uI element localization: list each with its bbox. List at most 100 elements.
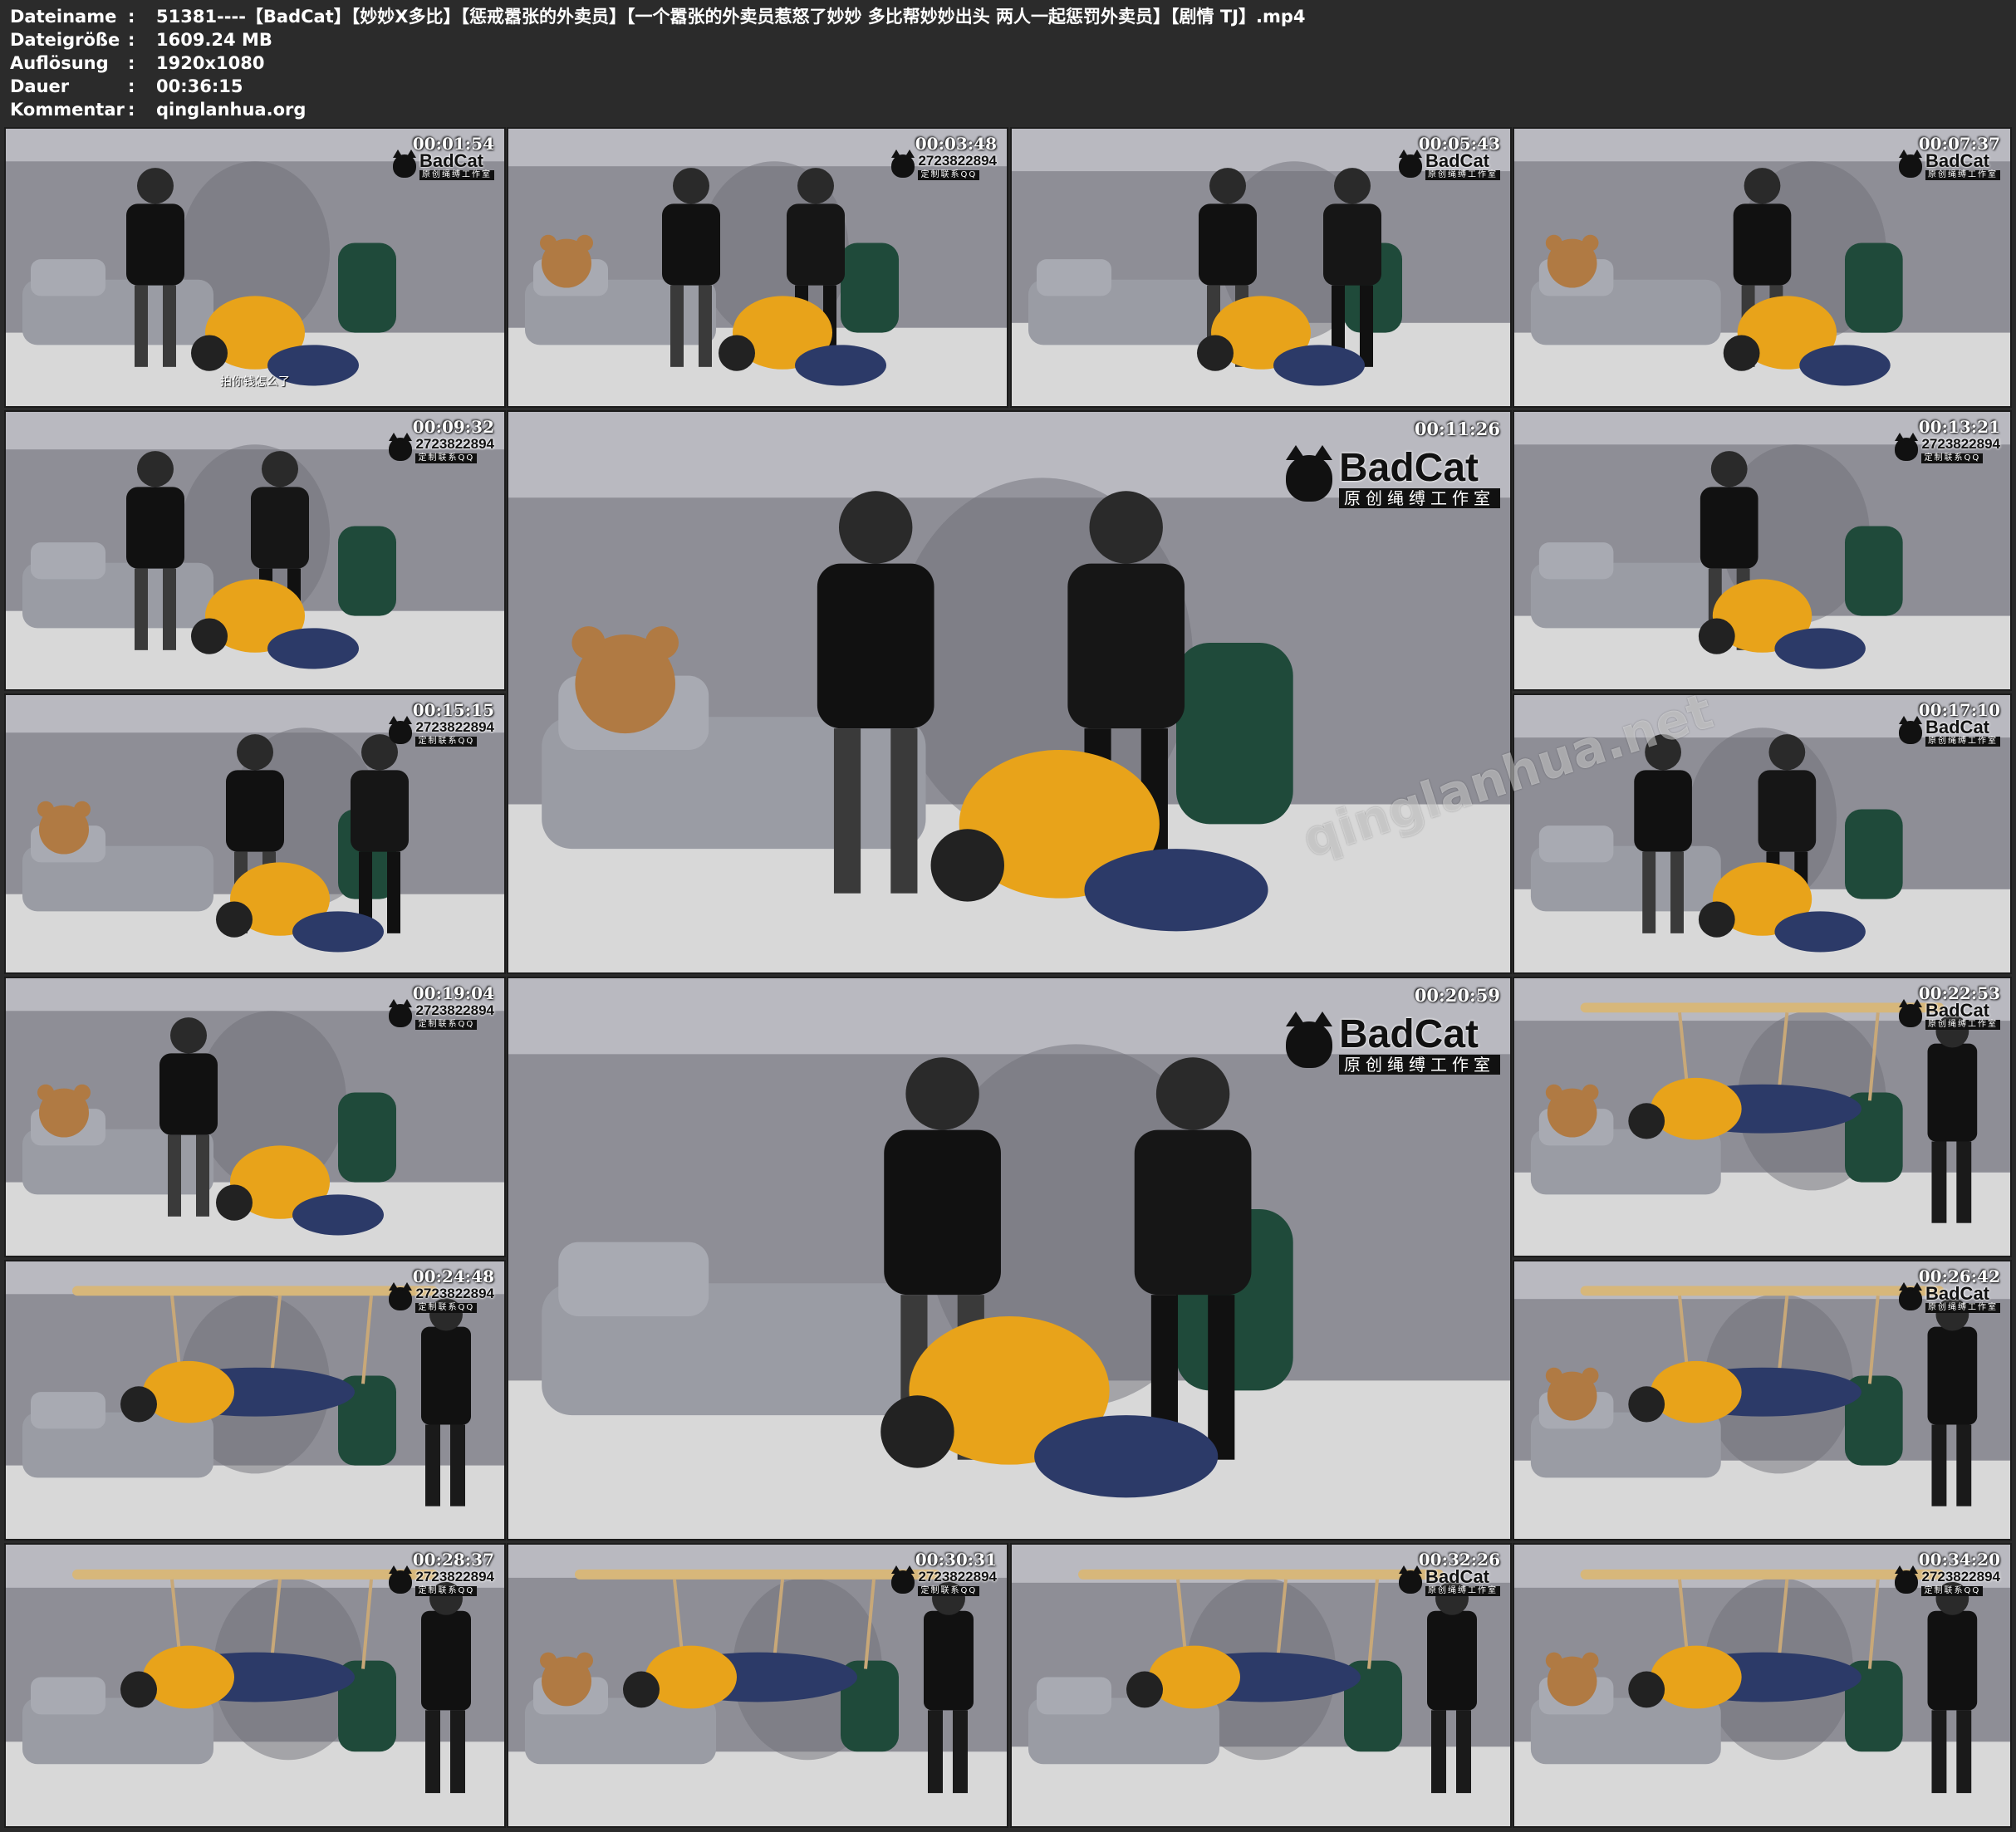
bamboo-bar [1580,1569,1945,1580]
figure-head [797,168,834,204]
video-thumbnail[interactable]: 00:19:04 2723822894 定制联系QQ [4,977,506,1257]
video-thumbnail[interactable]: 00:26:42 BadCat 原创绳缚工作室 [1513,1260,2012,1541]
video-thumbnail[interactable]: 00:15:15 2723822894 定制联系QQ [4,693,506,974]
standing-figure-leg [450,1424,465,1506]
video-thumbnail[interactable]: 00:28:37 2723822894 定制联系QQ [4,1543,506,1828]
video-thumbnail[interactable]: 00:11:26 BadCat 原创绳缚工作室 [507,410,1512,974]
meta-value: 00:36:15 [156,76,243,96]
figure-leg [1642,851,1656,933]
timestamp: 00:19:04 [412,983,494,1003]
teddy-ear [1545,1084,1562,1101]
black-dress [1700,487,1758,569]
meta-value: 51381----【BadCat】【妙妙X多比】【惩戒嚣张的外卖员】【一个嚣张的… [156,7,1306,27]
black-dress [126,203,184,286]
studio-logo: BadCat 原创绳缚工作室 [1286,1012,1500,1078]
logo-subtitle: 定制联系QQ [1921,453,1984,463]
video-thumbnail[interactable]: 00:20:59 BadCat 原创绳缚工作室 [507,977,1512,1541]
logo-brand: BadCat [1339,1012,1479,1056]
logo-brand: 2723822894 [415,436,494,452]
black-dress [126,487,184,569]
meta-sep: : [128,76,135,96]
video-thumbnail[interactable]: 00:01:54 BadCat 原创绳缚工作室 拍你钱怎么了 [4,127,506,408]
teddy-ear [74,801,91,818]
blue-pants [267,628,359,669]
figure-leg [168,1134,181,1217]
armchair [338,526,396,616]
figure-head [673,168,709,204]
video-thumbnail[interactable]: 00:34:20 2723822894 定制联系QQ [1513,1543,2012,1828]
head [1628,1103,1665,1139]
meta-key: Dateigröße [10,30,120,50]
cat-icon [891,1565,915,1594]
black-dress [662,203,720,286]
logo-subtitle: 定制联系QQ [415,453,478,463]
standing-figure-leg [1956,1141,1972,1223]
meta-key: Kommentar [10,100,125,120]
cat-icon [891,149,915,178]
sofa-cushion [1538,825,1614,863]
standing-figure-leg [1956,1424,1972,1506]
studio-logo: 2723822894 定制联系QQ [389,1282,494,1313]
figure-leg [670,285,684,367]
video-thumbnail[interactable]: 00:13:21 2723822894 定制联系QQ [1513,410,2012,691]
armchair [1176,642,1293,825]
head [120,1386,157,1423]
leather-outfit [251,487,309,569]
logo-subtitle: 定制联系QQ [415,737,478,747]
video-thumbnail[interactable]: 00:03:48 2723822894 定制联系QQ [507,127,1008,408]
head [1197,335,1234,371]
studio-logo: BadCat 原创绳缚工作室 [1399,149,1500,180]
standing-figure-leg [953,1710,968,1794]
logo-text: 2723822894 定制联系QQ [415,718,494,747]
figure-head [1744,168,1781,204]
video-thumbnail[interactable]: 00:24:48 2723822894 定制联系QQ [4,1260,506,1541]
standing-figure-leg [1431,1710,1446,1794]
logo-text: BadCat 原创绳缚工作室 [1925,1285,2000,1313]
logo-brand: BadCat [1339,446,1479,490]
logo-text: BadCat 原创绳缚工作室 [1425,152,1500,180]
meta-value: qinglanhua.org [156,100,307,120]
logo-text: BadCat 原创绳缚工作室 [1925,1002,2000,1030]
yellow-shirt [645,1645,737,1709]
cat-icon [389,716,413,744]
cat-icon [393,149,416,178]
logo-subtitle: 原创绳缚工作室 [1925,170,2000,180]
yellow-shirt [143,1645,234,1709]
studio-logo: 2723822894 定制联系QQ [389,716,494,747]
cat-icon [1895,433,1919,461]
blue-pants [1774,911,1866,953]
logo-brand: BadCat [419,150,484,171]
figure-head [905,1057,979,1130]
video-thumbnail[interactable]: 00:09:32 2723822894 定制联系QQ [4,410,506,691]
logo-brand: 2723822894 [1921,1569,2000,1585]
video-thumbnail[interactable]: 00:07:37 BadCat 原创绳缚工作室 [1513,127,2012,408]
studio-logo: 2723822894 定制联系QQ [891,149,997,180]
logo-text: 2723822894 定制联系QQ [415,1285,494,1313]
video-thumbnail[interactable]: 00:32:26 BadCat 原创绳缚工作室 [1010,1543,1512,1828]
logo-text: BadCat 原创绳缚工作室 [1925,152,2000,180]
video-thumbnail[interactable]: 00:22:53 BadCat 原创绳缚工作室 [1513,977,2012,1257]
logo-text: 2723822894 定制联系QQ [1921,1568,2000,1596]
meta-sep: : [128,53,135,73]
standing-figure-dress [421,1326,471,1425]
video-thumbnail[interactable]: 00:30:31 2723822894 定制联系QQ [507,1543,1008,1828]
timestamp: 00:15:15 [412,700,494,720]
logo-text: 2723822894 定制联系QQ [415,435,494,463]
logo-brand: 2723822894 [918,153,997,169]
logo-text: BadCat 原创绳缚工作室 [419,152,494,180]
head [1126,1671,1163,1708]
yellow-shirt [1651,1077,1742,1140]
meta-key: Dateiname [10,7,117,27]
figure-head [1155,1057,1230,1130]
cat-icon [1899,149,1922,178]
standing-figure-dress [1927,1326,1978,1425]
subtitle-caption: 拍你钱怎么了 [220,375,290,389]
figure-leg [387,851,400,933]
meta-sep: : [128,100,135,120]
standing-figure-leg [1956,1710,1972,1794]
cat-icon [389,1565,413,1594]
logo-brand: 2723822894 [1921,436,2000,452]
video-thumbnail[interactable]: 00:05:43 BadCat 原创绳缚工作室 [1010,127,1512,408]
timestamp: 00:13:21 [1918,417,2000,437]
cat-icon [1286,1012,1332,1068]
